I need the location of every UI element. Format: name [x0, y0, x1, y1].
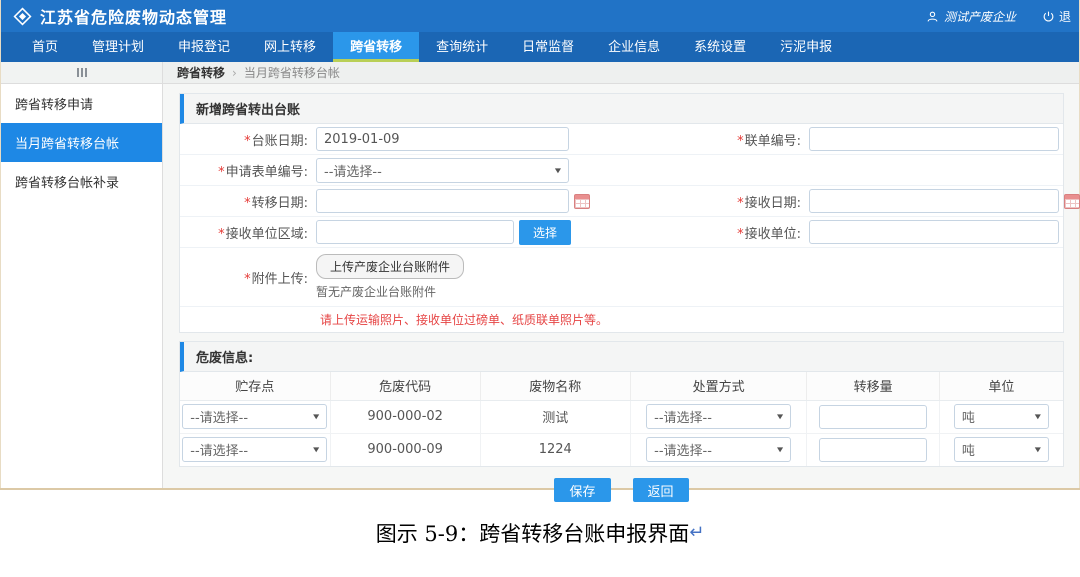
caret-down-icon: ▼ — [313, 413, 319, 420]
nav-item-company-info[interactable]: 企业信息 — [591, 32, 677, 62]
waste-code-cell: 900-000-09 — [330, 433, 480, 466]
nav-item-home[interactable]: 首页 — [15, 32, 75, 62]
sidebar-item-monthly-ledger[interactable]: 当月跨省转移台帐 — [1, 123, 162, 162]
sidebar-collapse-button[interactable] — [1, 62, 162, 84]
waste-name-cell: 测试 — [480, 400, 630, 433]
breadcrumb-current: 当月跨省转移台帐 — [244, 64, 340, 81]
disposal-select[interactable]: --请选择-- ▼ — [646, 437, 791, 462]
logout-button[interactable]: 退 — [1042, 8, 1071, 25]
nav-item-online-transfer[interactable]: 网上转移 — [247, 32, 333, 62]
waste-code-cell: 900-000-02 — [330, 400, 480, 433]
receive-date-input[interactable] — [809, 189, 1059, 213]
waste-name-cell: 1224 — [480, 433, 630, 466]
form-actions: 保存 返回 — [179, 467, 1064, 502]
figure-caption: 图示 5-9：跨省转移台账申报界面 — [376, 518, 690, 548]
form-row: *接收单位区域: 选择 *接收单位: — [180, 217, 1063, 248]
upload-hint-text: 请上传运输照片、接收单位过磅单、纸质联单照片等。 — [180, 311, 608, 328]
transfer-date-input[interactable] — [316, 189, 569, 213]
col-code: 危废代码 — [330, 372, 480, 400]
ledger-form-box: 新增跨省转出台账 *台账日期: *联单编号: — [179, 93, 1064, 333]
col-storage: 贮存点 — [180, 372, 330, 400]
calendar-icon[interactable] — [574, 194, 590, 209]
app-title: 江苏省危险废物动态管理 — [40, 4, 227, 28]
attachment-label: *附件上传: — [180, 268, 316, 287]
sidebar-item-transfer-apply[interactable]: 跨省转移申请 — [1, 84, 162, 123]
receive-date-label: *接收日期: — [621, 192, 809, 211]
manifest-no-label: *联单编号: — [621, 130, 809, 149]
breadcrumb-section[interactable]: 跨省转移 — [177, 64, 225, 81]
col-disposal: 处置方式 — [630, 372, 807, 400]
apply-form-no-select[interactable]: --请选择-- ▼ — [316, 158, 569, 183]
calendar-icon[interactable] — [1064, 194, 1080, 209]
storage-select[interactable]: --请选择-- ▼ — [182, 404, 327, 429]
receive-unit-input[interactable] — [809, 220, 1059, 244]
nav-item-query-stats[interactable]: 查询统计 — [419, 32, 505, 62]
app-logo-icon — [13, 7, 32, 26]
caret-down-icon: ▼ — [313, 446, 319, 453]
ledger-date-label: *台账日期: — [180, 130, 316, 149]
col-unit: 单位 — [939, 372, 1063, 400]
waste-section-title: 危废信息: — [180, 342, 1063, 372]
sidebar-item-ledger-supplement[interactable]: 跨省转移台帐补录 — [1, 162, 162, 201]
app-header: 江苏省危险废物动态管理 测试产废企业 退 — [1, 0, 1079, 32]
caret-down-icon: ▼ — [555, 166, 561, 173]
storage-select[interactable]: --请选择-- ▼ — [182, 437, 327, 462]
waste-table: 贮存点 危废代码 废物名称 处置方式 转移量 单位 — [180, 372, 1063, 466]
receive-area-input[interactable] — [316, 220, 514, 244]
sidebar: 跨省转移申请 当月跨省转移台帐 跨省转移台帐补录 — [1, 62, 163, 488]
nav-item-interprovincial-transfer[interactable]: 跨省转移 — [333, 32, 419, 62]
upload-attachment-button[interactable]: 上传产废企业台账附件 — [316, 254, 464, 279]
form-row: 请上传运输照片、接收单位过磅单、纸质联单照片等。 — [180, 307, 1063, 332]
chevron-right-icon: › — [232, 66, 237, 80]
col-name: 废物名称 — [480, 372, 630, 400]
nav-item-sludge-declaration[interactable]: 污泥申报 — [763, 32, 849, 62]
receive-area-label: *接收单位区域: — [180, 223, 316, 242]
attachment-empty-note: 暂无产废企业台账附件 — [316, 283, 464, 300]
manifest-no-input[interactable] — [809, 127, 1059, 151]
return-mark-icon: ↵ — [689, 522, 704, 543]
waste-info-box: 危废信息: 贮存点 危废代码 废物名称 处置方式 转移量 单位 — [179, 341, 1064, 467]
form-section-title: 新增跨省转出台账 — [180, 94, 1063, 124]
power-icon — [1042, 10, 1055, 23]
back-button[interactable]: 返回 — [633, 478, 689, 502]
form-row: *台账日期: *联单编号: — [180, 124, 1063, 155]
main-nav: 首页 管理计划 申报登记 网上转移 跨省转移 查询统计 日常监督 企业信息 系统… — [1, 32, 1079, 62]
logout-label: 退 — [1059, 8, 1071, 25]
select-area-button[interactable]: 选择 — [519, 220, 571, 245]
unit-select[interactable]: 吨 ▼ — [954, 437, 1049, 462]
transfer-date-label: *转移日期: — [180, 192, 316, 211]
collapse-icon — [77, 68, 87, 77]
user-name: 测试产废企业 — [944, 8, 1016, 25]
nav-item-system-settings[interactable]: 系统设置 — [677, 32, 763, 62]
nav-item-declaration[interactable]: 申报登记 — [161, 32, 247, 62]
receive-unit-label: *接收单位: — [621, 223, 809, 242]
user-menu[interactable]: 测试产废企业 — [926, 8, 1016, 25]
form-row: *附件上传: 上传产废企业台账附件 暂无产废企业台账附件 — [180, 248, 1063, 307]
nav-item-daily-supervision[interactable]: 日常监督 — [505, 32, 591, 62]
save-button[interactable]: 保存 — [554, 478, 610, 502]
nav-item-management-plan[interactable]: 管理计划 — [75, 32, 161, 62]
waste-row: --请选择-- ▼ 900-000-02 测试 --请选择-- — [180, 400, 1063, 433]
caret-down-icon: ▼ — [1035, 446, 1041, 453]
amount-input[interactable] — [819, 438, 927, 462]
caption-area: 图示 5-9：跨省转移台账申报界面 ↵ — [0, 490, 1080, 575]
amount-input[interactable] — [819, 405, 927, 429]
page: 江苏省危险废物动态管理 测试产废企业 退 首页 管理计划 申报登记 — [0, 0, 1080, 577]
ledger-date-input[interactable] — [316, 127, 569, 151]
col-amount: 转移量 — [807, 372, 939, 400]
form-row: *申请表单编号: --请选择-- ▼ — [180, 155, 1063, 186]
caret-down-icon: ▼ — [777, 413, 783, 420]
disposal-select[interactable]: --请选择-- ▼ — [646, 404, 791, 429]
waste-row: --请选择-- ▼ 900-000-09 1224 --请选择-- — [180, 433, 1063, 466]
caret-down-icon: ▼ — [1035, 413, 1041, 420]
apply-form-no-label: *申请表单编号: — [180, 161, 316, 180]
form-row: *转移日期: *接收日期: — [180, 186, 1063, 217]
unit-select[interactable]: 吨 ▼ — [954, 404, 1049, 429]
waste-table-header: 贮存点 危废代码 废物名称 处置方式 转移量 单位 — [180, 372, 1063, 400]
breadcrumb: 跨省转移 › 当月跨省转移台帐 — [163, 62, 1079, 84]
caret-down-icon: ▼ — [777, 446, 783, 453]
user-icon — [926, 10, 939, 23]
